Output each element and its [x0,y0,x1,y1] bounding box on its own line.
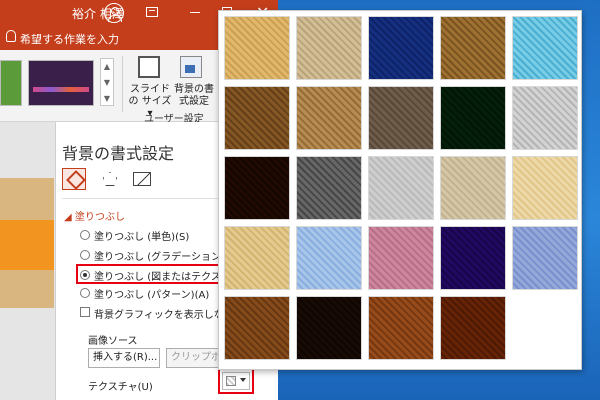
pane-title: 背景の書式設定 [62,144,175,163]
format-background-button[interactable]: 背景の書 式設定 [170,84,218,108]
theme-stripe [33,87,89,92]
fill-pattern-label[interactable]: 塗りつぶし (パターン)(A) [94,286,209,301]
effects-pentagon-icon[interactable] [98,168,122,190]
slide-accent-band [0,220,54,270]
slide-size-icon[interactable] [138,56,160,78]
fill-solid-label[interactable]: 塗りつぶし (単色)(S) [94,228,189,243]
hide-background-graphics-checkbox[interactable] [80,307,90,317]
fill-gradient-radio[interactable] [80,250,90,260]
clipboard-button[interactable]: クリップボード [166,348,224,368]
ribbon-display-options-icon[interactable] [146,7,158,17]
texture-swatch-brown-marble[interactable] [224,156,290,220]
picture-tab-icon[interactable] [130,168,154,190]
highlight-texture-button [218,368,254,394]
tell-me-input[interactable]: 希望する作業を入力 [20,31,119,47]
texture-swatch-blue-tissue-paper[interactable] [296,226,362,290]
texture-swatch-white-marble[interactable] [512,86,578,150]
gallery-more-icon[interactable]: ▼ [101,91,113,107]
insert-picture-button[interactable]: 挿入する(R)... [88,348,160,368]
texture-swatch-walnut[interactable] [296,296,362,360]
texture-swatch-woven-mat[interactable] [440,16,506,80]
texture-swatch-denim[interactable] [368,16,434,80]
texture-swatch-water-droplets[interactable] [512,16,578,80]
user-avatar-icon[interactable] [104,3,124,23]
texture-swatch-canvas[interactable] [296,16,362,80]
gallery-up-icon[interactable]: ▲ [101,59,113,75]
ribbon-separator [122,56,123,112]
slide-thumbnail[interactable] [0,178,54,308]
gallery-down-icon[interactable]: ▼ [101,75,113,91]
texture-swatch-newsprint[interactable] [368,156,434,220]
texture-swatch-oak[interactable] [368,296,434,360]
texture-swatch-granite[interactable] [296,156,362,220]
theme-thumbnail-green[interactable] [0,60,22,106]
texture-swatch-bouquet[interactable] [512,226,578,290]
texture-swatch-purple-mesh[interactable] [440,226,506,290]
fill-section-header[interactable]: ◢ 塗りつぶし [64,208,125,223]
texture-swatch-parchment[interactable] [512,156,578,220]
texture-swatch-green-marble[interactable] [440,86,506,150]
theme-gallery-scroll[interactable]: ▲ ▼ ▼ [100,58,114,106]
texture-swatch-medium-wood[interactable] [440,296,506,360]
texture-swatch-pink-tissue-paper[interactable] [368,226,434,290]
texture-swatch-sand[interactable] [368,86,434,150]
slide-thumbnail-pane [0,122,56,400]
fill-solid-radio[interactable] [80,230,90,240]
texture-label: テクスチャ(U) [88,382,153,393]
format-background-icon[interactable] [180,56,202,78]
minimize-icon[interactable] [190,12,200,13]
fill-pattern-radio[interactable] [80,288,90,298]
texture-swatch-fish-fossil[interactable] [296,86,362,150]
theme-thumbnail-purple[interactable] [28,60,94,106]
texture-swatch-paper-bag[interactable] [224,86,290,150]
image-source-label: 画像ソース [88,336,138,347]
lightbulb-icon [6,30,16,42]
texture-swatch-cork[interactable] [224,296,290,360]
texture-swatch-stationery[interactable] [224,226,290,290]
fill-tab-icon[interactable] [62,168,86,190]
texture-gallery-popup [218,10,582,370]
texture-grid [224,16,580,366]
texture-swatch-papyrus[interactable] [224,16,290,80]
slide-size-label: スライドの サイズ [128,84,172,107]
texture-swatch-recycled-paper[interactable] [440,156,506,220]
